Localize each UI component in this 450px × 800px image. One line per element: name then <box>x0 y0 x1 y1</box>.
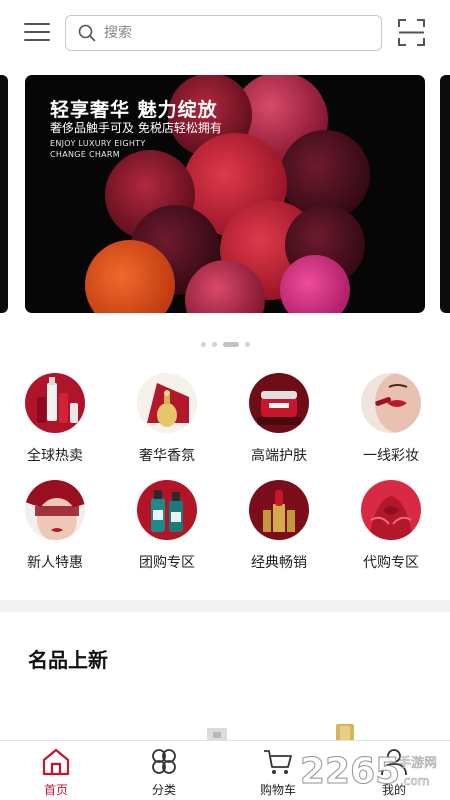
section-title: 名品上新 <box>28 648 108 672</box>
category-premium-skincare[interactable]: 高端护肤 <box>229 373 329 473</box>
banner-english-line-1: ENJOY LUXURY EIGHTY <box>50 139 146 148</box>
search-icon <box>78 24 96 42</box>
search-input[interactable] <box>104 25 364 41</box>
search-box[interactable] <box>65 15 382 51</box>
banner-headline: 轻享奢华 魅力绽放 <box>50 99 218 121</box>
cart-icon <box>264 750 292 774</box>
category-label: 一线彩妆 <box>363 448 419 464</box>
tab-category[interactable]: 分类 <box>108 741 220 800</box>
ysl-lipstick-icon <box>249 480 309 540</box>
category-label: 新人特惠 <box>27 555 83 571</box>
svg-text:2265: 2265 <box>300 751 400 792</box>
carousel-dot[interactable] <box>200 341 206 347</box>
banner-subline: 奢侈品触手可及 免税店轻松拥有 <box>50 121 222 135</box>
banner-next-peek[interactable] <box>440 75 450 313</box>
tab-label: 首页 <box>43 783 68 797</box>
category-icon <box>152 749 176 774</box>
category-label: 代购专区 <box>363 555 419 571</box>
red-dress-icon <box>361 480 421 540</box>
banner-slide[interactable]: 轻享奢华 魅力绽放 奢侈品触手可及 免税店轻松拥有 ENJOY LUXURY E… <box>25 75 425 313</box>
section-divider <box>0 600 450 612</box>
tab-home[interactable]: 首页 <box>0 741 112 800</box>
perfume-icon <box>137 373 197 433</box>
category-label: 奢华香氛 <box>139 448 195 464</box>
scan-icon[interactable] <box>398 19 425 46</box>
banner-prev-peek[interactable] <box>0 75 8 313</box>
category-label: 经典畅销 <box>251 555 307 571</box>
skincare-bottles-icon <box>25 373 85 433</box>
category-classic-bestsellers[interactable]: 经典畅销 <box>229 480 329 580</box>
lipstick-model-icon <box>361 373 421 433</box>
carousel-pagination <box>0 340 450 348</box>
cream-jar-icon <box>249 373 309 433</box>
tab-label: 分类 <box>151 783 176 797</box>
category-label: 高端护肤 <box>251 448 307 464</box>
menu-icon[interactable] <box>24 20 50 44</box>
category-top-makeup[interactable]: 一线彩妆 <box>341 373 441 473</box>
category-luxury-fragrance[interactable]: 奢华香氛 <box>117 373 217 473</box>
home-icon <box>42 748 70 776</box>
carousel-dot[interactable] <box>244 341 250 347</box>
watermark-logo: 2265 手游网 .com <box>300 751 437 793</box>
top-bar <box>0 0 450 66</box>
svg-text:手游网: 手游网 <box>398 756 437 771</box>
category-label: 团购专区 <box>139 555 195 571</box>
category-group-buy[interactable]: 团购专区 <box>117 480 217 580</box>
category-label: 全球热卖 <box>27 448 83 464</box>
shampoo-bottles-icon <box>137 480 197 540</box>
category-purchasing-agent[interactable]: 代购专区 <box>341 480 441 580</box>
svg-text:.com: .com <box>400 774 429 788</box>
lace-mask-model-icon <box>25 480 85 540</box>
carousel-dot[interactable] <box>211 341 217 347</box>
banner-carousel[interactable]: 轻享奢华 魅力绽放 奢侈品触手可及 免税店轻松拥有 ENJOY LUXURY E… <box>0 75 450 313</box>
category-global-hot[interactable]: 全球热卖 <box>5 373 105 473</box>
category-new-user-deals[interactable]: 新人特惠 <box>5 480 105 580</box>
banner-english-line-2: CHANGE CHARM <box>50 150 120 159</box>
carousel-dot-active[interactable] <box>222 341 239 347</box>
